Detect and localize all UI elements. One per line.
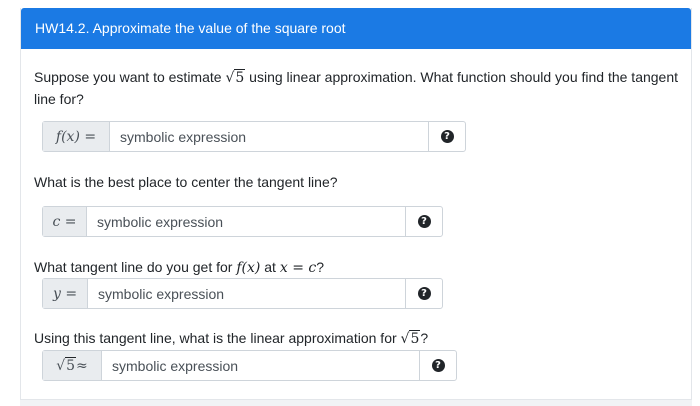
help-button[interactable]: ? — [420, 351, 456, 380]
input-prefix-approx: √5 ≈ — [43, 351, 102, 380]
approx-input[interactable]: symbolic expression — [102, 351, 420, 380]
sqrt-expression: √5 — [225, 69, 246, 86]
help-circle-icon: ? — [417, 287, 431, 300]
help-button[interactable]: ? — [429, 122, 465, 151]
answer-input-approx: √5 ≈ symbolic expression ? — [42, 350, 457, 381]
input-prefix-fx: f(x) = — [43, 122, 110, 151]
question-4-text: Using this tangent line, what is the lin… — [34, 328, 428, 350]
fx-input[interactable]: symbolic expression — [110, 122, 429, 151]
answer-input-c: c = symbolic expression ? — [42, 206, 443, 237]
question-2-text: What is the best place to center the tan… — [34, 174, 338, 190]
question-1-text: Suppose you want to estimate √5 using li… — [34, 69, 679, 107]
input-prefix-y: y = — [43, 279, 88, 308]
help-circle-icon: ? — [417, 215, 431, 228]
help-button[interactable]: ? — [406, 279, 442, 308]
input-prefix-c: c = — [43, 207, 87, 236]
help-circle-icon: ? — [431, 359, 445, 372]
card-footer-strip — [20, 400, 692, 406]
answer-input-fx: f(x) = symbolic expression ? — [42, 121, 466, 152]
y-input[interactable]: symbolic expression — [88, 279, 406, 308]
question-3-text: What tangent line do you get for f(x) at… — [34, 259, 325, 276]
help-circle-icon: ? — [440, 130, 454, 143]
sqrt-expression: √5 — [400, 330, 421, 347]
help-button[interactable]: ? — [406, 207, 442, 236]
question-title: HW14.2. Approximate the value of the squ… — [21, 8, 691, 49]
c-input[interactable]: symbolic expression — [87, 207, 406, 236]
answer-input-y: y = symbolic expression ? — [42, 278, 443, 309]
